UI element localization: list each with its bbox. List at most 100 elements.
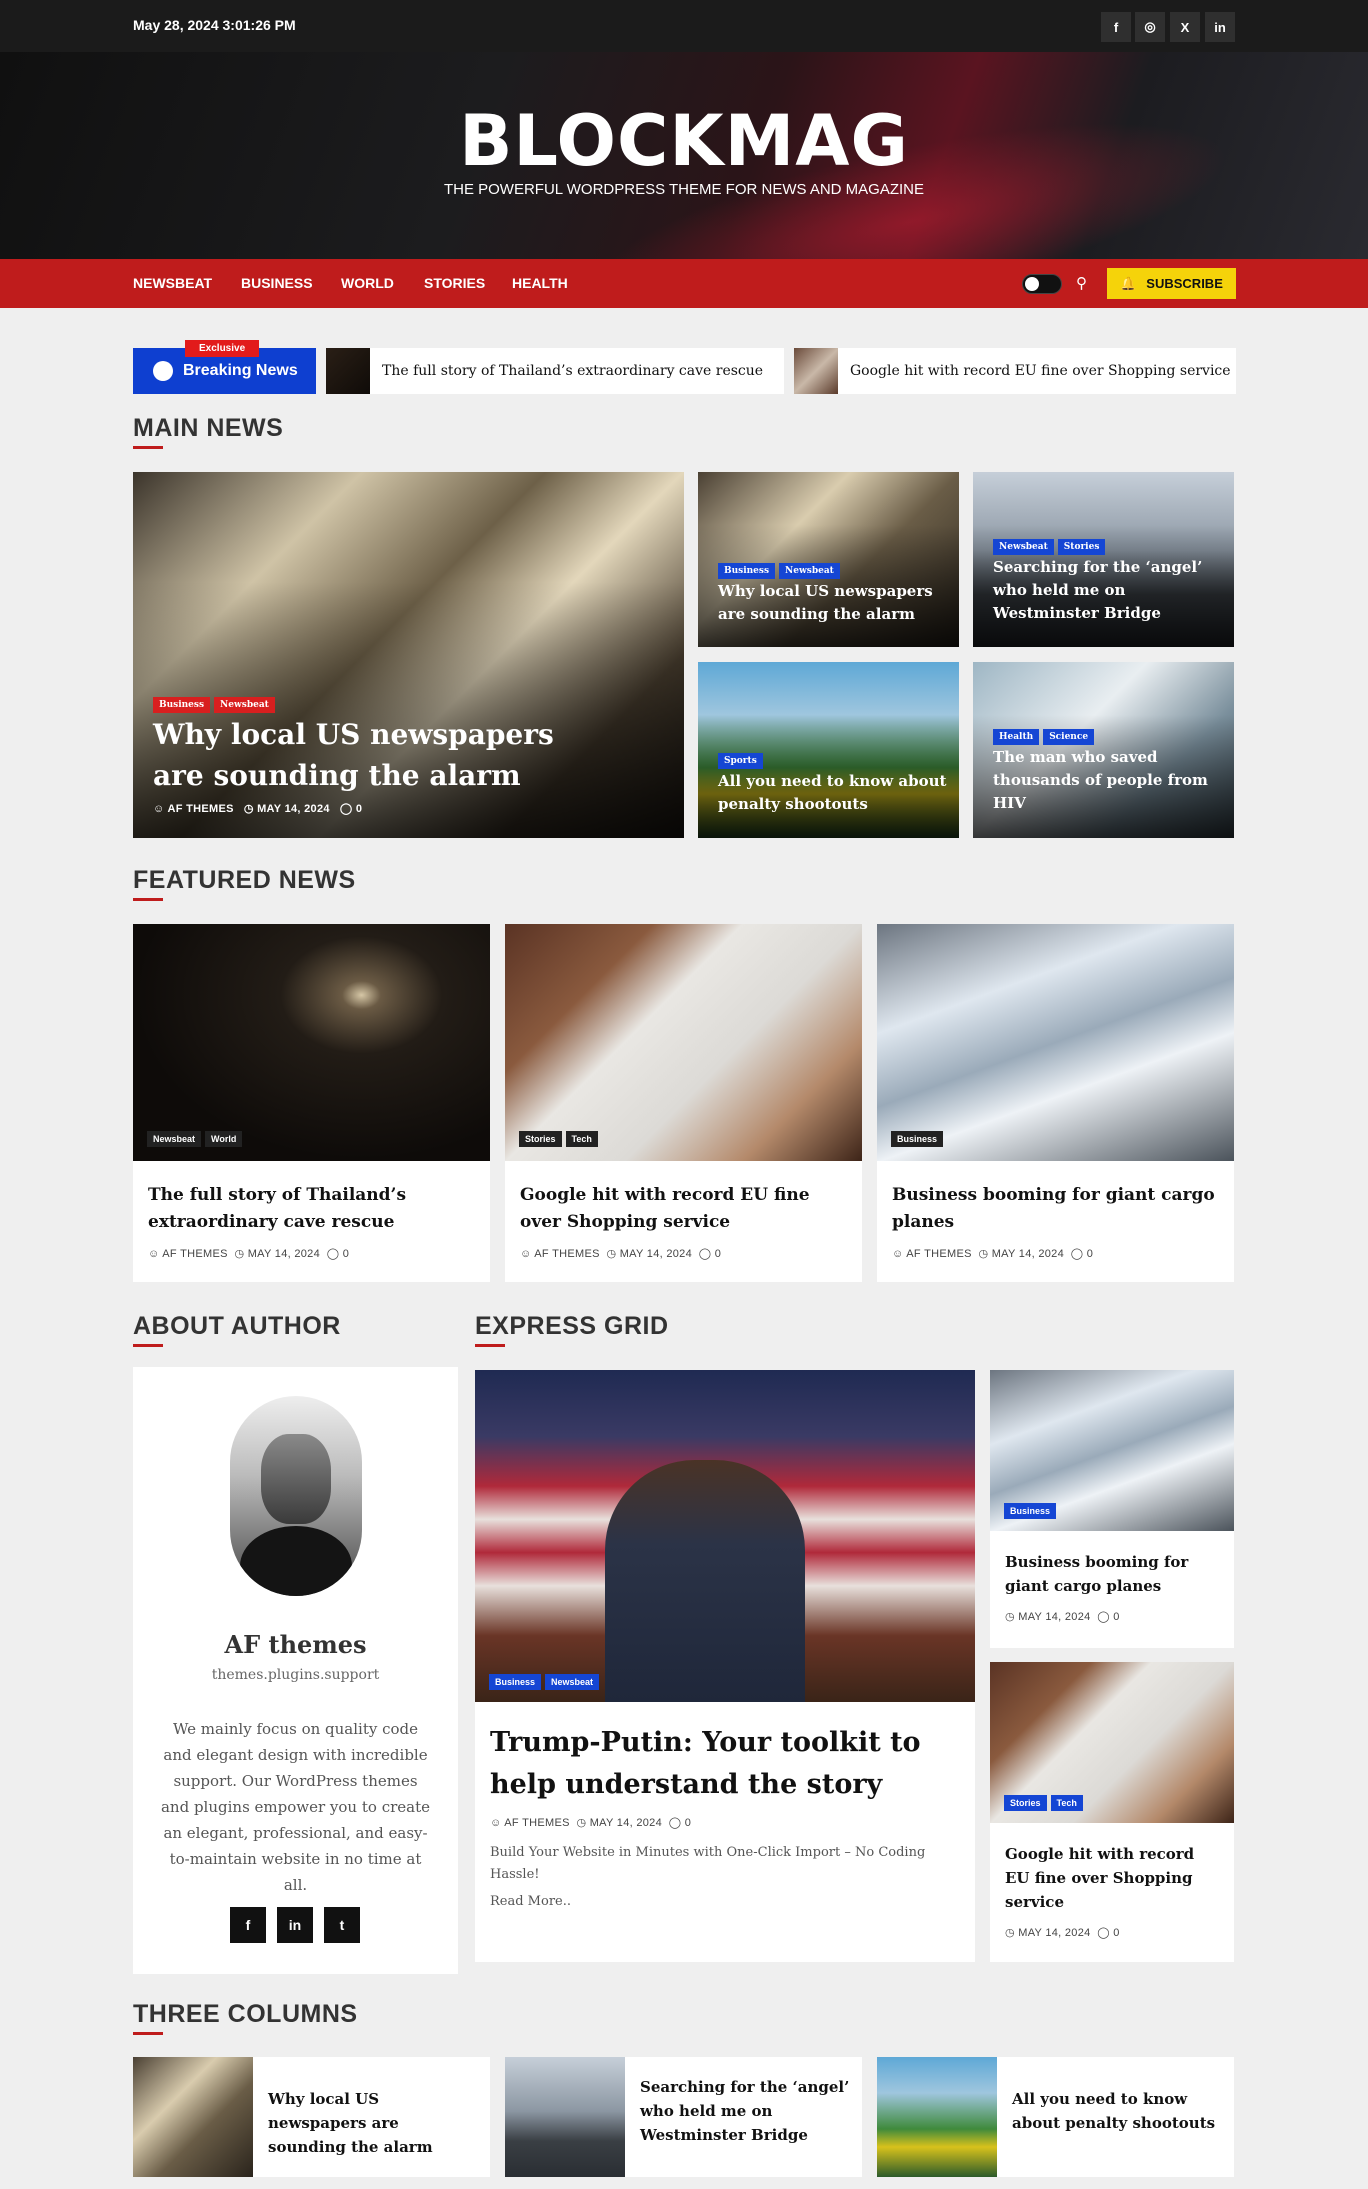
category-tag[interactable]: Tech [1050, 1795, 1083, 1811]
section-title-main-news: MAIN NEWS [133, 414, 284, 442]
category-tag[interactable]: Newsbeat [545, 1674, 600, 1690]
comment-count[interactable]: 0 [1113, 1927, 1119, 1939]
nav-item-world[interactable]: WORLD [341, 275, 394, 291]
featured-card[interactable]: Stories Tech Google hit with record EU fi… [505, 924, 862, 1282]
author[interactable]: AF THEMES [906, 1248, 971, 1260]
card-title[interactable]: Searching for the ‘angel’ who held me on… [640, 2075, 850, 2147]
card-image[interactable]: Newsbeat World [133, 924, 490, 1161]
author[interactable]: AF THEMES [167, 803, 233, 815]
nav-item-stories[interactable]: STORIES [424, 275, 485, 291]
card-title[interactable]: Business booming for giant cargo planes [1005, 1550, 1215, 1598]
search-icon[interactable]: ⚲ [1076, 274, 1087, 292]
user-icon: ☺ [892, 1248, 904, 1260]
exclusive-badge: Exclusive [185, 340, 260, 357]
card-image[interactable]: Stories Tech [990, 1662, 1234, 1823]
category-tag[interactable]: Business [1004, 1503, 1057, 1519]
comment-icon: ◯ [1097, 1927, 1110, 1939]
section-underline [475, 1344, 505, 1347]
category-tag[interactable]: Newsbeat [993, 539, 1054, 555]
twitter-icon[interactable]: t [324, 1907, 360, 1943]
category-tag[interactable]: Stories [519, 1131, 562, 1147]
linkedin-icon[interactable]: in [277, 1907, 313, 1943]
card-title[interactable]: Trump-Putin: Your toolkit to help unders… [490, 1722, 960, 1806]
nav-item-newsbeat[interactable]: NEWSBEAT [133, 275, 212, 291]
category-tag[interactable]: Business [718, 563, 776, 579]
lead-title[interactable]: Why local US newspapers are sounding the… [153, 714, 613, 796]
card-image[interactable]: Business [990, 1370, 1234, 1531]
express-side-card[interactable]: Stories Tech Google hit with record EU fi… [990, 1662, 1234, 1962]
main-news-lead-card[interactable]: Business Newsbeat Why local US newspapers… [133, 472, 684, 838]
clock-icon: ◷ [606, 1248, 617, 1260]
comment-count[interactable]: 0 [715, 1248, 721, 1260]
date: MAY 14, 2024 [247, 1248, 321, 1260]
category-tag[interactable]: Business [891, 1131, 944, 1147]
subscribe-button[interactable]: 🔔 SUBSCRIBE [1107, 268, 1236, 299]
featured-card[interactable]: Newsbeat World The full story of Thailand… [133, 924, 490, 1282]
dark-mode-toggle[interactable] [1022, 274, 1062, 294]
column-card[interactable]: Searching for the ‘angel’ who held me on… [505, 2057, 862, 2177]
author[interactable]: AF THEMES [534, 1248, 599, 1260]
category-tag[interactable]: Business [153, 697, 211, 713]
nav-item-health[interactable]: HEALTH [512, 275, 568, 291]
ticker-item[interactable]: The full story of Thailand’s extraordina… [326, 348, 784, 394]
card-title[interactable]: Why local US newspapers are sounding the… [268, 2087, 478, 2159]
main-news-side-card[interactable]: Health Science The man who saved thousand… [973, 662, 1234, 838]
comment-count[interactable]: 0 [1113, 1611, 1119, 1623]
card-image[interactable]: Stories Tech [505, 924, 862, 1161]
category-tag[interactable]: Health [993, 729, 1040, 745]
category-tag[interactable]: Newsbeat [147, 1131, 202, 1147]
card-title[interactable]: The man who saved thousands of people fr… [993, 746, 1223, 815]
author[interactable]: AF THEMES [504, 1817, 569, 1829]
instagram-icon[interactable]: ◎ [1135, 12, 1165, 42]
express-side-card[interactable]: Business Business booming for giant carg… [990, 1370, 1234, 1648]
category-tag[interactable]: Stories [1057, 539, 1106, 555]
comment-count[interactable]: 0 [685, 1817, 691, 1829]
card-thumb[interactable] [877, 2057, 997, 2177]
comment-count[interactable]: 0 [343, 1248, 349, 1260]
comment-count[interactable]: 0 [356, 803, 362, 815]
comment-count[interactable]: 0 [1087, 1248, 1093, 1260]
clock-icon: ◷ [1005, 1927, 1015, 1939]
category-tag[interactable]: Tech [565, 1131, 598, 1147]
user-icon: ☺ [490, 1817, 502, 1829]
bell-icon: 🔔 [1120, 275, 1137, 291]
subscribe-label: SUBSCRIBE [1146, 276, 1223, 291]
author[interactable]: AF THEMES [162, 1248, 227, 1260]
category-tag[interactable]: Newsbeat [779, 563, 840, 579]
card-title[interactable]: All you need to know about penalty shoot… [718, 770, 948, 816]
column-card[interactable]: Why local US newspapers are sounding the… [133, 2057, 490, 2177]
card-title[interactable]: Searching for the ‘angel’ who held me on… [993, 556, 1223, 625]
facebook-icon[interactable]: f [230, 1907, 266, 1943]
card-title[interactable]: All you need to know about penalty shoot… [1012, 2087, 1222, 2135]
author-avatar[interactable] [230, 1396, 362, 1596]
card-title[interactable]: Why local US newspapers are sounding the… [718, 580, 948, 626]
card-image[interactable]: Business [877, 924, 1234, 1161]
main-news-side-card[interactable]: Newsbeat Stories Searching for the ‘angel… [973, 472, 1234, 647]
category-tag[interactable]: Science [1043, 729, 1095, 745]
card-thumb[interactable] [505, 2057, 625, 2177]
featured-card[interactable]: Business Business booming for giant carg… [877, 924, 1234, 1282]
main-news-side-card[interactable]: Sports All you need to know about penalt… [698, 662, 959, 838]
category-tag[interactable]: Stories [1004, 1795, 1047, 1811]
main-news-side-card[interactable]: Business Newsbeat Why local US newspapers… [698, 472, 959, 647]
facebook-icon[interactable]: f [1101, 12, 1131, 42]
card-title[interactable]: Google hit with record EU fine over Shop… [520, 1182, 850, 1236]
category-tag[interactable]: Newsbeat [214, 697, 275, 713]
card-image[interactable]: Business Newsbeat [475, 1370, 975, 1702]
site-logo[interactable]: BLOCKMAG [0, 100, 1368, 182]
nav-item-business[interactable]: BUSINESS [241, 275, 313, 291]
card-title[interactable]: The full story of Thailand’s extraordina… [148, 1182, 468, 1236]
column-card[interactable]: All you need to know about penalty shoot… [877, 2057, 1234, 2177]
linkedin-icon[interactable]: in [1205, 12, 1235, 42]
category-tag[interactable]: World [205, 1131, 243, 1147]
category-tag[interactable]: Sports [718, 753, 763, 769]
x-icon[interactable]: X [1170, 12, 1200, 42]
express-lead-card[interactable]: Business Newsbeat Trump-Putin: Your toolk… [475, 1370, 975, 1962]
card-title[interactable]: Business booming for giant cargo planes [892, 1182, 1222, 1236]
card-thumb[interactable] [133, 2057, 253, 2177]
ticker-item[interactable]: Google hit with record EU fine over Shop… [794, 348, 1236, 394]
category-tag[interactable]: Business [489, 1674, 542, 1690]
card-title[interactable]: Google hit with record EU fine over Shop… [1005, 1842, 1220, 1914]
section-title-express-grid: EXPRESS GRID [475, 1312, 669, 1340]
read-more-link[interactable]: Read More.. [490, 1894, 571, 1909]
